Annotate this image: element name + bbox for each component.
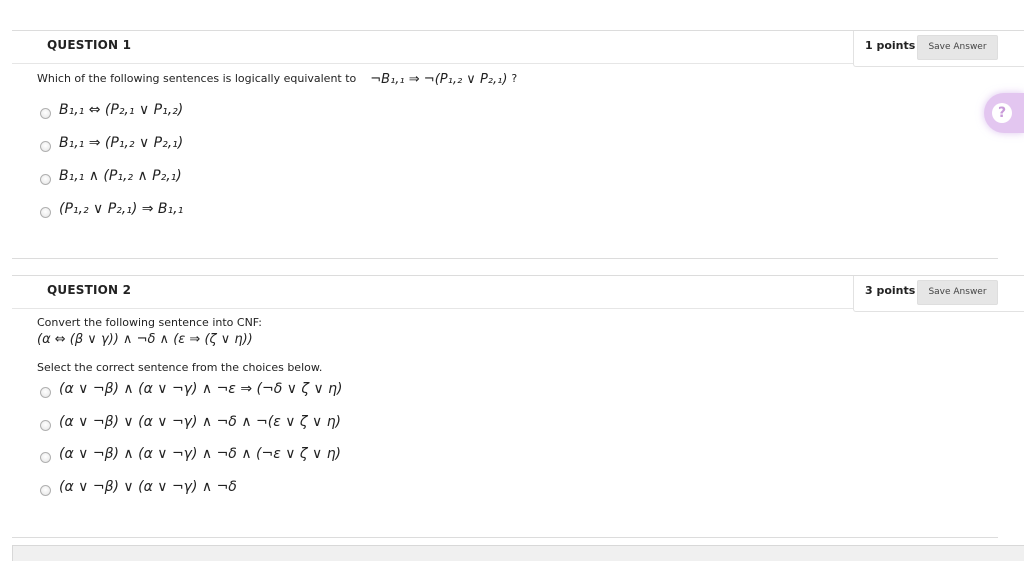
question-2: QUESTION 2 3 points Save Answer xyxy=(12,275,1024,312)
question-1-prompt: Which of the following sentences is logi… xyxy=(37,71,518,87)
question-2-choice-3-label: (α ∨ ¬β) ∧ (α ∨ ¬γ) ∧ ¬δ ∧ (¬ε ∨ ζ ∨ η) xyxy=(59,446,342,462)
question-2-choice-1-label: (α ∨ ¬β) ∧ (α ∨ ¬γ) ∧ ¬ε ⇒ (¬δ ∨ ζ ∨ η) xyxy=(59,381,343,397)
question-2-header: QUESTION 2 3 points Save Answer xyxy=(12,275,1024,312)
question-2-choice-1-radio[interactable] xyxy=(40,387,51,398)
question-1-prompt-tail: ? xyxy=(511,72,518,85)
question-1-choice-3-label: B₁,₁ ∧ (P₁,₂ ∧ P₂,₁) xyxy=(59,168,182,184)
question-2-points: 3 points xyxy=(865,284,916,297)
question-1-header: QUESTION 1 1 points Save Answer xyxy=(12,30,1024,67)
help-button[interactable]: ? xyxy=(984,93,1024,133)
question-1-divider xyxy=(12,258,998,259)
question-2-choice-4-radio[interactable] xyxy=(40,485,51,496)
question-1-points-box: 1 points Save Answer xyxy=(853,31,1024,67)
question-2-choice-3-radio[interactable] xyxy=(40,452,51,463)
question-2-instruction: Select the correct sentence from the cho… xyxy=(37,361,323,374)
question-2-title: QUESTION 2 xyxy=(47,283,132,297)
question-1-prompt-formula: ¬B₁,₁ ⇒ ¬(P₁,₂ ∨ P₂,₁) xyxy=(370,72,508,87)
question-2-save-answer-button[interactable]: Save Answer xyxy=(917,280,998,305)
question-2-prompt-formula-line: (α ⇔ (β ∨ γ)) ∧ ¬δ ∧ (ε ⇒ (ζ ∨ η)) xyxy=(37,331,253,347)
question-2-prompt: Convert the following sentence into CNF: xyxy=(37,316,262,329)
question-2-divider xyxy=(12,537,998,538)
question-1-choice-4-radio[interactable] xyxy=(40,207,51,218)
question-1-choice-1-radio[interactable] xyxy=(40,108,51,119)
footer-bar xyxy=(12,545,1024,561)
question-1-points: 1 points xyxy=(865,39,916,52)
question-1-choice-4-label: (P₁,₂ ∨ P₂,₁) ⇒ B₁,₁ xyxy=(59,201,184,217)
question-1: QUESTION 1 1 points Save Answer xyxy=(12,30,1024,67)
question-1-choice-1-label: B₁,₁ ⇔ (P₂,₁ ∨ P₁,₂) xyxy=(59,102,184,118)
question-1-choice-3-radio[interactable] xyxy=(40,174,51,185)
question-2-points-box: 3 points Save Answer xyxy=(853,276,1024,312)
question-1-save-answer-button[interactable]: Save Answer xyxy=(917,35,998,60)
question-mark-icon: ? xyxy=(992,103,1012,123)
question-2-choice-4-label: (α ∨ ¬β) ∨ (α ∨ ¬γ) ∧ ¬δ xyxy=(59,479,237,495)
question-1-choice-2-radio[interactable] xyxy=(40,141,51,152)
question-2-choice-2-label: (α ∨ ¬β) ∨ (α ∨ ¬γ) ∧ ¬δ ∧ ¬(ε ∨ ζ ∨ η) xyxy=(59,414,342,430)
question-2-prompt-text: Convert the following sentence into CNF: xyxy=(37,316,262,329)
question-1-prompt-text: Which of the following sentences is logi… xyxy=(37,72,357,85)
question-1-title: QUESTION 1 xyxy=(47,38,132,52)
question-2-choice-2-radio[interactable] xyxy=(40,420,51,431)
question-1-choice-2-label: B₁,₁ ⇒ (P₁,₂ ∨ P₂,₁) xyxy=(59,135,184,151)
question-2-prompt-formula: (α ⇔ (β ∨ γ)) ∧ ¬δ ∧ (ε ⇒ (ζ ∨ η)) xyxy=(37,332,253,347)
